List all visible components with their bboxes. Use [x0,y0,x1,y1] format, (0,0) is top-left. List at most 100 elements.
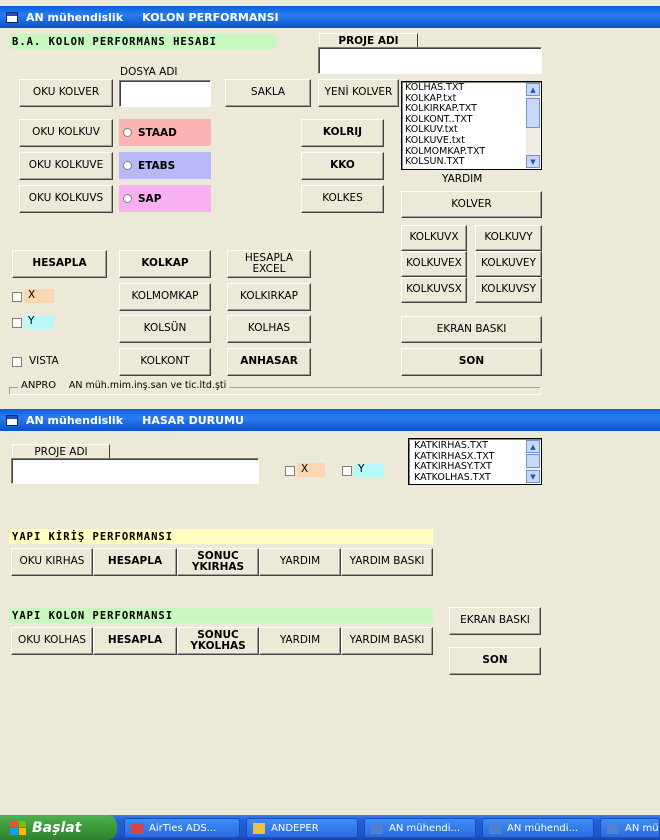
hasar-y-checkbox[interactable] [342,466,352,476]
kolkuvsx-button[interactable]: KOLKUVSX [401,277,467,303]
scroll-up-icon[interactable]: ▲ [526,83,540,96]
taskbar: Başlat AirTies ADS... ANDEPER AN mühendi..… [0,815,660,840]
list-item[interactable]: KOLSUN.TXT [405,157,485,168]
scrollbar[interactable]: ▲ ▼ [526,83,540,168]
taskbar-task-3[interactable]: AN mühendi... [364,818,476,838]
kolkuvex-button[interactable]: KOLKUVEX [401,251,467,277]
taskbar-task-4[interactable]: AN mühendi... [482,818,594,838]
kolkuvx-button[interactable]: KOLKUVX [401,225,467,251]
hasar-file-list[interactable]: KATKIRHAS.TXT KATKIRHASX.TXT KATKIRHASY.TX… [408,438,542,485]
kolkuvey-button[interactable]: KOLKUVEY [475,251,542,277]
hasar-ekran-baski-button[interactable]: EKRAN BASKI [449,607,541,635]
staad-radio[interactable]: STAAD [119,119,211,146]
scrollbar[interactable]: ▲ ▼ [526,440,540,483]
taskbar-task-2[interactable]: ANDEPER [246,818,358,838]
list-item[interactable]: KATKIRHAS.TXT [414,440,494,452]
hasar-x-checkbox-label: X [297,463,325,477]
ekran-baski-button[interactable]: EKRAN BASKI [401,316,542,343]
yardim-label: YARDIM [442,173,483,185]
kiris-button-4[interactable]: YARDIM [259,548,341,576]
footer-label: ANPRO AN müh.mim.inş.san ve tic.ltd.şti [18,380,230,391]
kolon-button-5[interactable]: YARDIM BASKI [341,627,433,655]
task-app-icon [489,822,501,834]
kolon-performans-header: B.A. KOLON PERFORMANS HESABI [9,34,277,49]
taskbar-task-5[interactable]: AN mü [600,818,660,838]
window1-title: AN mühendislik KOLON PERFORMANSI [26,10,279,24]
list-item[interactable]: KATKOLHAS.TXT [414,472,494,484]
hasar-proje-adi-label: PROJE ADI [12,444,110,458]
start-button[interactable]: Başlat [0,815,117,840]
kko-button[interactable]: KKO [301,152,384,180]
kolon-button-4[interactable]: YARDIM [259,627,341,655]
hesapla-button[interactable]: HESAPLA [12,250,107,278]
anhasar-button[interactable]: ANHASAR [227,348,311,376]
proje-adi-input[interactable] [318,47,542,74]
kolon-file-list[interactable]: KOLHAS.TXT KOLKAP.txt KOLKIRKAP.TXT KOLKONT… [401,81,542,170]
etabs-radio[interactable]: ETABS [119,152,211,179]
app-icon [6,414,18,426]
vista-checkbox[interactable] [12,357,22,367]
hasar-proje-adi-input[interactable] [11,458,259,484]
radio-circle [123,128,132,137]
hasar-file-list-items: KATKIRHAS.TXT KATKIRHASX.TXT KATKIRHASY.TX… [414,440,494,484]
scroll-thumb[interactable] [526,98,540,128]
task-label: AirTies ADS... [149,822,217,834]
son-button[interactable]: SON [401,348,542,376]
sap-radio[interactable]: SAP [119,185,211,212]
y-checkbox-label: Y [24,315,54,329]
scroll-down-icon[interactable]: ▼ [526,470,540,483]
oku-kolver-button[interactable]: OKU KOLVER [19,79,113,107]
task-app-icon [253,822,265,834]
kiris-button-3[interactable]: SONUC YKIRHAS [177,548,259,576]
kolhas-button[interactable]: KOLHAS [227,315,311,343]
task-label: ANDEPER [271,822,319,834]
kiris-button-2[interactable]: HESAPLA [93,548,177,576]
kolkap-button[interactable]: KOLKAP [119,250,211,278]
oku-kolkuv-button[interactable]: OKU KOLKUV [19,119,113,147]
kolon-button-2[interactable]: HESAPLA [93,627,177,655]
task-label: AN mühendi... [507,822,579,834]
kolkont-button[interactable]: KOLKONT [119,348,211,376]
kiris-button-1[interactable]: OKU KIRHAS [11,548,93,576]
taskbar-task-1[interactable]: AirTies ADS... [124,818,240,838]
scroll-down-icon[interactable]: ▼ [526,155,540,168]
scroll-up-icon[interactable]: ▲ [526,440,540,453]
kiris-performans-header: YAPI KİRİŞ PERFORMANSI [9,529,433,544]
x-checkbox[interactable] [12,292,22,302]
app-icon [6,11,18,23]
window2-titlebar[interactable]: AN mühendislik HASAR DURUMU [0,409,660,431]
yeni-kolver-button[interactable]: YENİ KOLVER [318,79,399,107]
kolkuvsy-button[interactable]: KOLKUVSY [475,277,542,303]
hasar-x-checkbox[interactable] [285,466,295,476]
file-list-items: KOLHAS.TXT KOLKAP.txt KOLKIRKAP.TXT KOLKONT… [405,82,485,168]
list-item[interactable]: KOLHAS.TXT [405,82,485,94]
scroll-thumb[interactable] [526,454,540,468]
hasar-son-button[interactable]: SON [449,647,541,675]
y-checkbox[interactable] [12,318,22,328]
oku-kolkuve-button[interactable]: OKU KOLKUVE [19,152,113,180]
window1-titlebar[interactable]: AN mühendislik KOLON PERFORMANSI [0,6,660,28]
kolver-button[interactable]: KOLVER [401,191,542,218]
proje-adi-label: PROJE ADI [319,33,418,47]
task-label: AN mü [625,822,659,834]
kolkirkap-button[interactable]: KOLKIRKAP [227,283,311,311]
kolkuvy-button[interactable]: KOLKUVY [475,225,542,251]
kolrij-button[interactable]: KOLRIJ [301,119,384,147]
kiris-button-5[interactable]: YARDIM BASKI [341,548,433,576]
task-app-icon [607,822,619,834]
dosya-adi-input[interactable] [119,80,211,107]
kolon-button-3[interactable]: SONUC YKOLHAS [177,627,259,655]
sakla-button[interactable]: SAKLA [225,79,311,107]
list-item[interactable]: KOLKUVE.txt [405,135,485,147]
kolon-button-1[interactable]: OKU KOLHAS [11,627,93,655]
kolsun-button[interactable]: KOLSÜN [119,315,211,343]
kolkes-button[interactable]: KOLKES [301,185,384,213]
oku-kolkuvs-button[interactable]: OKU KOLKUVS [19,185,113,213]
windows-logo-icon [10,820,26,835]
kolmomkap-button[interactable]: KOLMOMKAP [119,283,211,311]
window2-title: AN mühendislik HASAR DURUMU [26,413,244,427]
hasar-y-checkbox-label: Y [354,463,384,477]
hesapla-excel-button[interactable]: HESAPLA EXCEL [227,250,311,278]
x-checkbox-label: X [24,289,54,303]
task-app-icon [371,822,383,834]
